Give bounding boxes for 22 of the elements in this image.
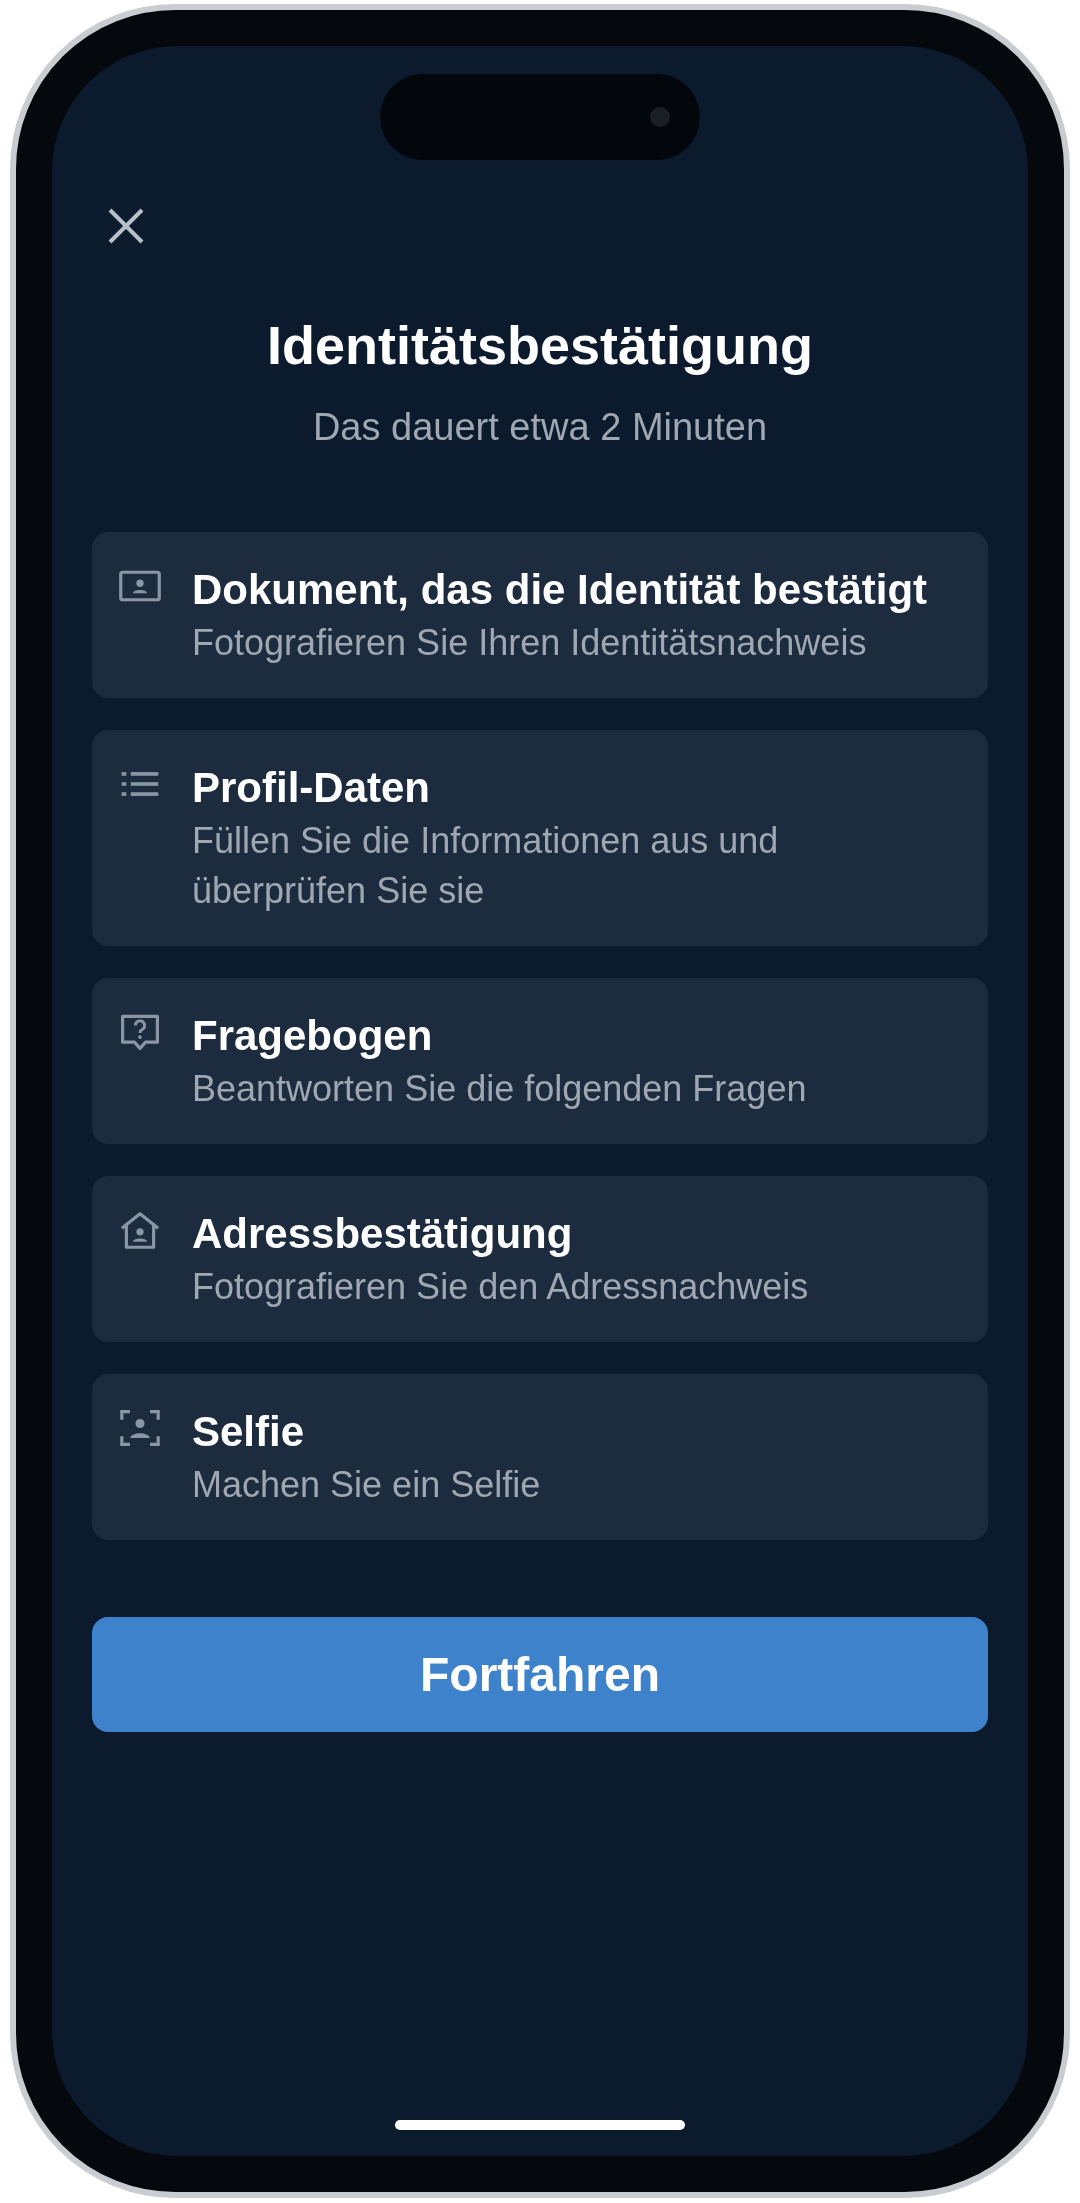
step-card[interactable]: Adressbestätigung Fotografieren Sie den Adressnachweis — [92, 1176, 988, 1342]
question-bubble-icon — [118, 1012, 162, 1052]
step-card[interactable]: Profil-Daten Füllen Sie die Informationen aus und überprüfen Sie sie — [92, 730, 988, 946]
step-card[interactable]: Fragebogen Beantworten Sie die folgenden Fragen — [92, 978, 988, 1144]
step-description: Fotografieren Sie Ihren Identitätsnachweis — [192, 621, 868, 665]
continue-button[interactable]: Fortfahren — [92, 1617, 988, 1732]
house-person-icon — [118, 1210, 162, 1250]
step-description: Fotografieren Sie den Adressnachweis — [192, 1265, 809, 1309]
close-icon[interactable] — [106, 206, 146, 246]
step-card[interactable]: Dokument, das die Identität bestätigt Fotografieren Sie Ihren Identitätsnachweis — [92, 532, 988, 698]
step-title: Fragebogen — [192, 1011, 434, 1061]
step-description: Machen Sie ein Selfie — [192, 1463, 541, 1507]
step-description: Beantworten Sie die folgenden Fragen — [192, 1067, 807, 1111]
step-description: Füllen Sie die Informationen aus und überprüfen Sie sie — [192, 819, 780, 913]
step-title: Selfie — [192, 1407, 306, 1457]
page-subtitle: Das dauert etwa 2 Minuten — [311, 405, 769, 450]
step-card[interactable]: Selfie Machen Sie ein Selfie — [92, 1374, 988, 1540]
step-title: Profil-Daten — [192, 763, 431, 813]
step-title: Adressbestätigung — [192, 1209, 574, 1259]
page-title: Identitätsbestätigung — [266, 314, 814, 377]
face-scan-icon — [118, 1408, 162, 1448]
step-title: Dokument, das die Identität bestätigt — [192, 565, 928, 615]
